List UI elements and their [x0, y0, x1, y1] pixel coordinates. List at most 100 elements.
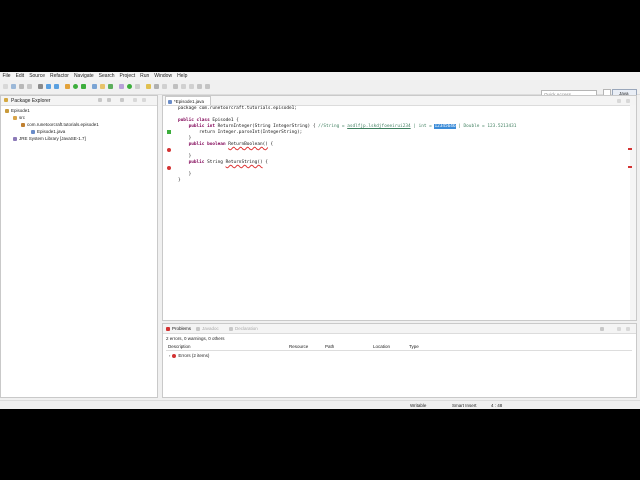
editor-tab-bar: *Episode1.java: [163, 96, 636, 106]
code-editor: *Episode1.java package com.runetoorcraft…: [162, 95, 637, 321]
back-icon[interactable]: [181, 84, 186, 89]
status-writable: Writable: [410, 402, 427, 408]
menu-source[interactable]: Source: [27, 72, 48, 80]
maximize-icon[interactable]: [626, 98, 630, 103]
column-location[interactable]: Location: [373, 344, 390, 349]
menu-run[interactable]: Run: [138, 72, 152, 80]
problems-view: Problems Javadoc Declaration 2 errors, 0…: [162, 323, 637, 398]
overview-error-marker[interactable]: [628, 148, 632, 150]
tab-javadoc[interactable]: Javadoc: [202, 326, 219, 331]
error-marker-icon[interactable]: [167, 166, 171, 170]
column-path[interactable]: Path: [325, 344, 334, 349]
tree-item-src[interactable]: src: [13, 115, 25, 120]
pin-icon[interactable]: [173, 84, 178, 89]
tree-item-java-file[interactable]: Episode1.java: [31, 129, 65, 134]
javadoc-icon: [196, 326, 200, 331]
tab-declaration[interactable]: Declaration: [235, 326, 258, 331]
edit-icon[interactable]: [154, 84, 159, 89]
package-explorer-icon: [4, 98, 8, 102]
save-icon[interactable]: [11, 84, 16, 89]
package-explorer-header: Package Explorer: [1, 96, 157, 106]
print-icon[interactable]: [27, 84, 32, 89]
run-icon[interactable]: [73, 84, 78, 89]
link-editor-icon[interactable]: [107, 98, 111, 102]
problems-row-description: Errors (2 items): [178, 353, 210, 358]
open-type-icon[interactable]: [119, 84, 124, 89]
minimize-icon[interactable]: [133, 98, 137, 102]
menu-window[interactable]: Window: [152, 72, 175, 80]
code-line-brace: }: [178, 154, 192, 159]
minimize-icon[interactable]: [617, 98, 621, 103]
code-token-error: ReturnString(): [225, 160, 263, 165]
code-line-package: package com.runetoorcraft.tutorials.epis…: [178, 106, 297, 111]
menu-edit[interactable]: Edit: [13, 72, 27, 80]
tree-item-label: com.runetoorcraft.tutorials.episode1: [27, 122, 99, 127]
menu-bar: File Edit Source Refactor Navigate Searc…: [0, 72, 640, 80]
tree-item-label: src: [19, 115, 25, 120]
editor-tab-label: *Episode1.java: [174, 99, 205, 104]
maximize-icon[interactable]: [626, 326, 630, 331]
new-icon[interactable]: [3, 84, 8, 89]
view-menu-icon[interactable]: [120, 98, 124, 102]
column-description[interactable]: Description: [168, 344, 191, 349]
search-icon[interactable]: [135, 84, 140, 89]
code-comment: asdlfjp.lskdjfoeeirui234: [347, 124, 411, 129]
settings-icon[interactable]: [54, 84, 59, 89]
tree-item-package[interactable]: com.runetoorcraft.tutorials.episode1: [21, 122, 99, 127]
package-explorer: Package Explorer Episode1 src com.runeto…: [0, 95, 158, 398]
declaration-icon: [229, 326, 233, 331]
menu-project[interactable]: Project: [117, 72, 138, 80]
tab-problems[interactable]: Problems: [172, 326, 191, 331]
new-java-project-icon[interactable]: [92, 84, 97, 89]
code-token: {: [267, 142, 274, 147]
new-class-icon[interactable]: [108, 84, 113, 89]
next-annotation-icon[interactable]: [197, 84, 202, 89]
selected-text: 12345646: [434, 124, 456, 129]
problems-row[interactable]: › Errors (2 items): [169, 353, 209, 358]
menu-navigate[interactable]: Navigate: [71, 72, 96, 80]
maximize-icon[interactable]: [142, 98, 146, 102]
java-file-icon: [168, 99, 172, 104]
annotation-icon[interactable]: [162, 84, 167, 89]
package-explorer-title[interactable]: Package Explorer: [11, 98, 50, 104]
menu-search[interactable]: Search: [96, 72, 117, 80]
new-package-icon[interactable]: [100, 84, 105, 89]
debug-icon[interactable]: [38, 84, 43, 89]
tree-item-jre[interactable]: JRE System Library [JavaSE-1.7]: [13, 136, 86, 141]
build-icon[interactable]: [46, 84, 51, 89]
override-marker-icon[interactable]: [167, 130, 171, 134]
prev-annotation-icon[interactable]: [205, 84, 210, 89]
editor-tab-episode1[interactable]: *Episode1.java: [165, 96, 211, 105]
menu-help[interactable]: Help: [175, 72, 190, 80]
code-token-keyword: public boolean: [178, 142, 226, 147]
collapse-all-icon[interactable]: [98, 98, 102, 102]
code-token: ReturnInteger(String IntegerString) {: [215, 124, 319, 129]
project-icon: [5, 108, 9, 113]
toggle-mark-icon[interactable]: [146, 84, 151, 89]
code-token-error: ReturnBoolean(): [228, 142, 268, 147]
code-token-keyword: public class: [178, 118, 210, 123]
editor-scrollbar[interactable]: [630, 105, 636, 320]
code-text[interactable]: package com.runetoorcraft.tutorials.epis…: [178, 106, 516, 184]
column-resource[interactable]: Resource: [289, 344, 308, 349]
status-insert-mode: Smart Insert: [452, 402, 477, 408]
bug-icon[interactable]: [65, 84, 70, 89]
error-marker-icon[interactable]: [167, 148, 171, 152]
save-all-icon[interactable]: [19, 84, 24, 89]
column-type[interactable]: Type: [409, 344, 419, 349]
expand-icon[interactable]: ›: [169, 353, 170, 358]
menu-refactor[interactable]: Refactor: [48, 72, 72, 80]
status-cursor-position: 4 : 48: [491, 402, 503, 408]
menu-file[interactable]: File: [0, 72, 13, 80]
run-config-icon[interactable]: [81, 84, 86, 89]
code-token: Episode1 {: [209, 118, 239, 123]
minimize-icon[interactable]: [617, 326, 621, 331]
tree-item-label: JRE System Library [JavaSE-1.7]: [19, 136, 86, 141]
tree-item-project[interactable]: Episode1: [5, 108, 30, 113]
view-menu-icon[interactable]: [600, 326, 604, 331]
overview-error-marker[interactable]: [628, 166, 632, 168]
problems-summary: 2 errors, 0 warnings, 0 others: [166, 336, 225, 341]
external-tools-icon[interactable]: [127, 84, 132, 89]
forward-icon[interactable]: [189, 84, 194, 89]
code-comment: //String =: [318, 124, 348, 129]
